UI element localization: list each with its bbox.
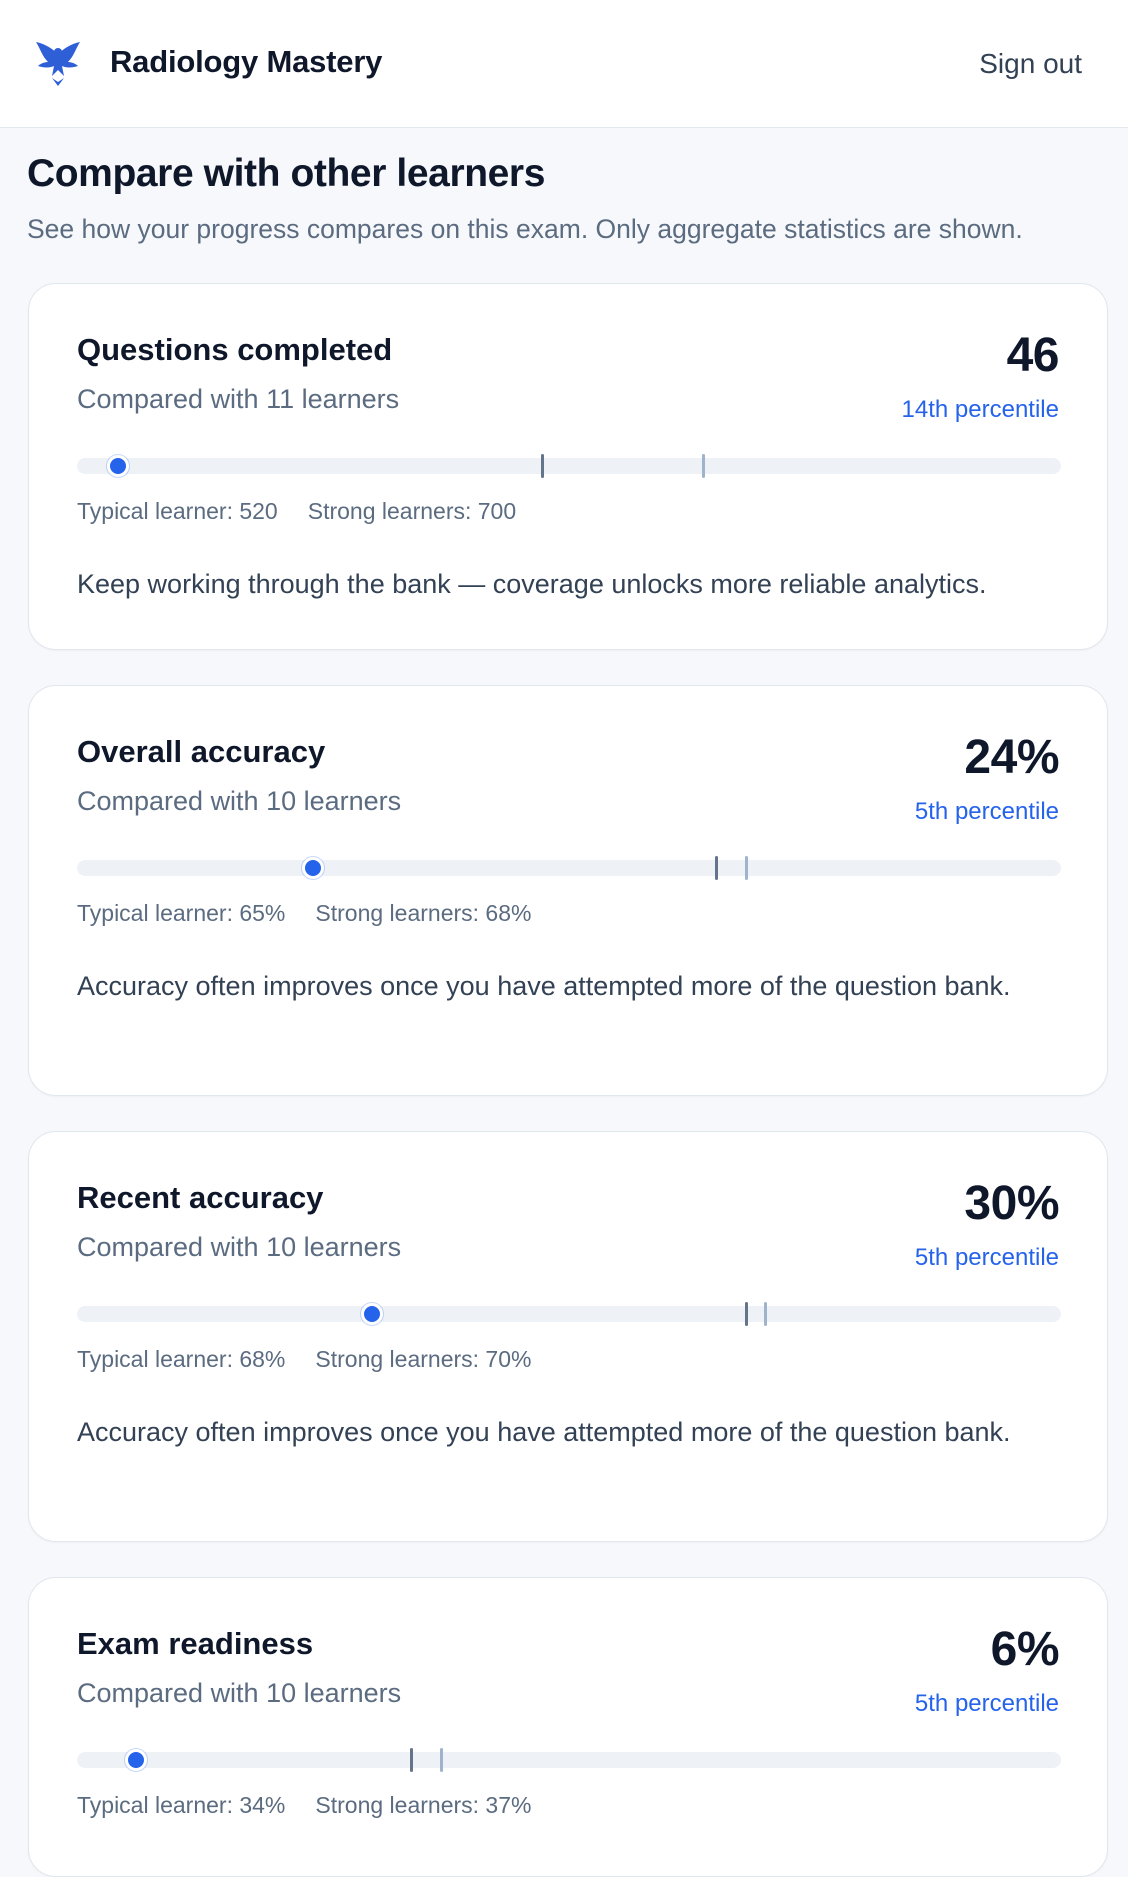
comparison-track [77, 1302, 1061, 1326]
strong-learners-label: Strong learners: 37% [315, 1792, 532, 1818]
stat-card-overall-accuracy: Overall accuracy Compared with 10 learne… [28, 685, 1108, 1096]
stat-card-exam-readiness: Exam readiness Compared with 10 learners… [28, 1577, 1108, 1877]
strong-marker [701, 454, 705, 478]
typical-marker [715, 856, 719, 880]
card-legend: Typical learner: 520 Strong learners: 700 [77, 498, 516, 525]
eagle-logo-icon[interactable] [30, 36, 86, 92]
card-value: 30% [964, 1177, 1059, 1230]
card-message: Accuracy often improves once you have at… [77, 1417, 1011, 1447]
typical-learner-label: Typical learner: 68% [77, 1346, 286, 1372]
your-position-marker [107, 455, 130, 477]
top-bar: Radiology Mastery Sign out [0, 0, 1128, 128]
page-subtitle: See how your progress compares on this e… [27, 214, 1023, 244]
comparison-track [77, 1748, 1061, 1772]
card-title: Exam readiness [77, 1626, 314, 1661]
card-compared-count: Compared with 10 learners [77, 1232, 402, 1262]
card-percentile: 5th percentile [914, 1244, 1059, 1271]
card-message: Accuracy often improves once you have at… [77, 971, 1011, 1001]
your-position-marker [302, 857, 325, 879]
typical-learner-label: Typical learner: 34% [77, 1792, 286, 1818]
card-value: 24% [964, 731, 1059, 784]
card-value: 6% [990, 1623, 1060, 1676]
typical-marker [410, 1748, 414, 1772]
strong-learners-label: Strong learners: 68% [315, 900, 532, 926]
card-legend: Typical learner: 34% Strong learners: 37% [77, 1792, 531, 1819]
your-position-marker [125, 1749, 148, 1771]
card-title: Overall accuracy [77, 734, 326, 769]
strong-learners-label: Strong learners: 70% [315, 1346, 532, 1372]
strong-marker [764, 1302, 768, 1326]
card-percentile: 5th percentile [914, 798, 1059, 825]
typical-marker [540, 454, 544, 478]
typical-marker [744, 1302, 748, 1326]
card-title: Recent accuracy [77, 1180, 324, 1215]
card-compared-count: Compared with 10 learners [77, 1678, 402, 1708]
card-compared-count: Compared with 11 learners [77, 384, 400, 414]
comparison-track [77, 856, 1061, 880]
strong-marker [744, 856, 748, 880]
card-compared-count: Compared with 10 learners [77, 786, 402, 816]
strong-marker [439, 1748, 443, 1772]
typical-learner-label: Typical learner: 520 [77, 498, 278, 524]
stat-card-questions-completed: Questions completed Compared with 11 lea… [28, 283, 1108, 650]
comparison-track [77, 454, 1061, 478]
card-percentile: 14th percentile [901, 396, 1059, 423]
card-value: 46 [1006, 329, 1060, 382]
app-title: Radiology Mastery [110, 44, 383, 79]
card-percentile: 5th percentile [914, 1690, 1059, 1717]
card-title: Questions completed [77, 332, 393, 367]
sign-out-link[interactable]: Sign out [979, 48, 1082, 80]
page-title: Compare with other learners [27, 152, 546, 195]
stat-card-recent-accuracy: Recent accuracy Compared with 10 learner… [28, 1131, 1108, 1542]
your-position-marker [361, 1303, 384, 1325]
card-legend: Typical learner: 65% Strong learners: 68% [77, 900, 531, 927]
strong-learners-label: Strong learners: 700 [307, 498, 517, 524]
card-message: Keep working through the bank — coverage… [77, 569, 987, 599]
typical-learner-label: Typical learner: 65% [77, 900, 286, 926]
card-legend: Typical learner: 68% Strong learners: 70% [77, 1346, 531, 1373]
